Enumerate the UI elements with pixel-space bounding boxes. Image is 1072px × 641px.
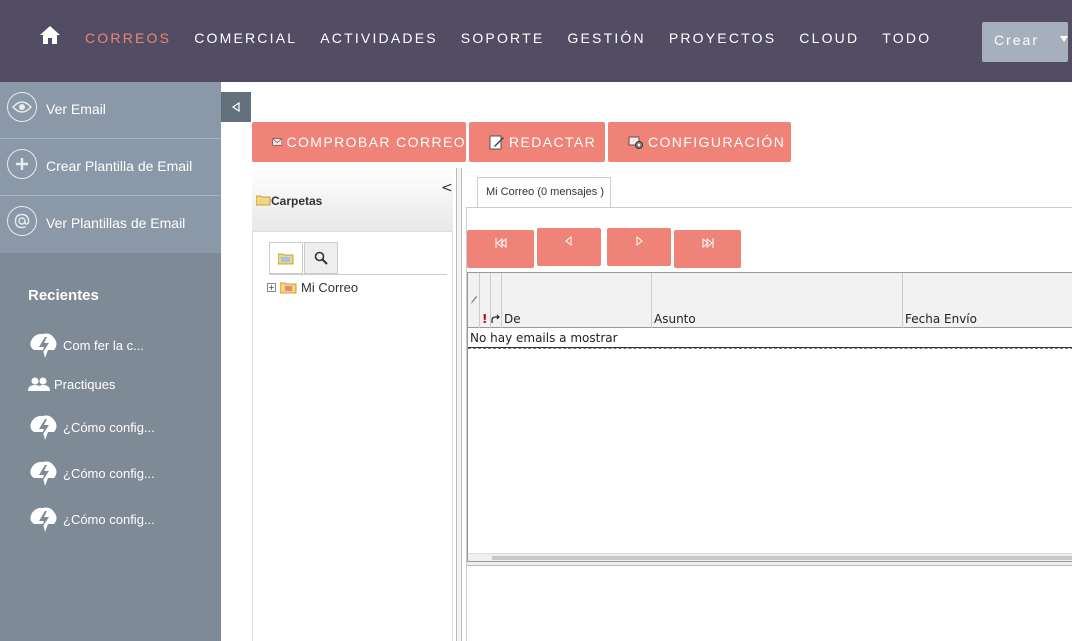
lightning-icon — [30, 461, 57, 486]
recent-item[interactable]: ¿Cómo config... — [28, 412, 155, 443]
recent-item-label: ¿Cómo config... — [63, 512, 155, 527]
recent-item-label: ¿Cómo config... — [63, 466, 155, 481]
check-mail-button[interactable]: COMPROBAR CORREO — [252, 122, 466, 162]
row-separator — [468, 347, 1072, 349]
check-mail-label: COMPROBAR CORREO — [286, 134, 466, 150]
column-subject[interactable]: Asunto — [652, 273, 903, 328]
triangle-left-icon — [231, 102, 240, 112]
recent-title: Recientes — [28, 287, 99, 304]
column-from-label: De — [504, 312, 521, 326]
nav-item-soporte[interactable]: SOPORTE — [461, 30, 545, 46]
sidebar-collapse-button[interactable] — [221, 92, 251, 122]
sidebar-actions: Ver Email Crear Plantilla de Email Ver P… — [0, 82, 221, 253]
first-page-button[interactable] — [467, 230, 534, 268]
column-select[interactable] — [468, 273, 480, 328]
previous-page-icon — [565, 236, 572, 246]
lightning-icon — [30, 507, 57, 532]
empty-message: No hay emails a mostrar — [470, 331, 618, 345]
nav-item-correos[interactable]: CORREOS — [85, 30, 171, 46]
grid-header: ! De Asunto Fecha Envío — [468, 273, 1072, 328]
settings-button[interactable]: CONFIGURACIÓN — [608, 122, 791, 162]
scrollbar-thumb[interactable] — [492, 556, 1072, 560]
recent-item-label: ¿Cómo config... — [63, 420, 155, 435]
nav-item-actividades[interactable]: ACTIVIDADES — [320, 30, 438, 46]
sidebar-action-label: Crear Plantilla de Email — [46, 158, 193, 174]
mailbox-folder-icon — [280, 282, 297, 294]
tab-search[interactable] — [304, 242, 338, 274]
sidebar-action-view-email[interactable]: Ver Email — [0, 82, 221, 139]
sidebar-action-view-templates[interactable]: Ver Plantillas de Email — [0, 196, 221, 253]
compose-label: REDACTAR — [509, 134, 597, 150]
recent-item[interactable]: Com fer la c... — [28, 330, 144, 361]
compose-icon — [489, 135, 504, 150]
nav-item-comercial[interactable]: COMERCIAL — [194, 30, 297, 46]
home-icon[interactable] — [38, 24, 62, 46]
nav-item-proyectos[interactable]: PROYECTOS — [669, 30, 776, 46]
last-page-icon — [702, 238, 713, 248]
nav-item-gestion[interactable]: GESTIÓN — [567, 30, 645, 46]
column-date-label: Fecha Envío — [905, 312, 977, 326]
create-button[interactable]: Crear — [982, 22, 1068, 62]
tabs-divider — [269, 274, 447, 275]
column-subject-label: Asunto — [654, 312, 696, 326]
check-mail-icon — [272, 138, 283, 146]
email-grid: ! De Asunto Fecha Envío No hay emails a … — [467, 272, 1072, 562]
first-page-icon — [495, 238, 506, 248]
folders-title: Carpetas — [271, 194, 323, 208]
column-importance[interactable]: ! — [480, 273, 491, 328]
reply-arrow-icon — [491, 314, 500, 323]
chevron-down-icon — [1060, 36, 1068, 42]
settings-label: CONFIGURACIÓN — [648, 134, 786, 150]
tree-node-mi-correo[interactable]: + Mi Correo — [267, 280, 358, 295]
eye-icon — [7, 92, 37, 122]
users-icon — [28, 377, 50, 391]
tab-mi-correo[interactable]: Mi Correo (0 mensajes ) — [477, 177, 611, 208]
top-navbar: CORREOS COMERCIAL ACTIVIDADES SOPORTE GE… — [0, 0, 1072, 82]
folder-icon — [256, 195, 271, 206]
tab-folders[interactable] — [269, 242, 303, 274]
at-icon — [7, 206, 37, 236]
previous-page-button[interactable] — [537, 228, 601, 266]
recent-item[interactable]: Practiques — [28, 376, 115, 392]
lightning-icon — [30, 415, 57, 440]
create-button-label: Crear — [994, 32, 1040, 48]
settings-icon — [628, 136, 643, 149]
lightning-icon — [30, 333, 57, 358]
recent-item-label: Practiques — [54, 376, 116, 392]
sidebar: Ver Email Crear Plantilla de Email Ver P… — [0, 82, 221, 641]
nav-item-cloud[interactable]: CLOUD — [799, 30, 859, 46]
sidebar-action-create-template[interactable]: Crear Plantilla de Email — [0, 139, 221, 196]
horizontal-splitter[interactable] — [467, 562, 1072, 566]
vertical-splitter[interactable] — [456, 168, 462, 641]
column-date-sent[interactable]: Fecha Envío — [903, 273, 1072, 328]
plus-icon — [7, 149, 37, 179]
recent-item-label: Com fer la c... — [63, 338, 144, 353]
recent-item[interactable]: ¿Cómo config... — [28, 458, 155, 489]
main-nav: CORREOS COMERCIAL ACTIVIDADES SOPORTE GE… — [85, 30, 954, 46]
next-page-icon — [636, 236, 643, 246]
search-icon — [314, 251, 328, 265]
column-from[interactable]: De — [502, 273, 652, 328]
sidebar-action-label: Ver Email — [46, 101, 106, 117]
exclamation-icon: ! — [482, 312, 488, 326]
column-reply[interactable] — [491, 273, 502, 328]
folders-panel: + Mi Correo — [252, 232, 453, 641]
compose-button[interactable]: REDACTAR — [469, 122, 605, 162]
folders-header: Carpetas < — [252, 168, 453, 232]
last-page-button[interactable] — [674, 230, 741, 268]
pencil-icon — [471, 296, 477, 304]
expand-icon[interactable]: + — [267, 283, 276, 292]
folder-tree-icon — [278, 253, 294, 264]
sidebar-action-label: Ver Plantillas de Email — [46, 215, 186, 231]
tree-node-label: Mi Correo — [301, 280, 359, 295]
recent-item[interactable]: ¿Cómo config... — [28, 504, 155, 535]
nav-item-todo[interactable]: TODO — [882, 30, 931, 46]
horizontal-scrollbar[interactable] — [468, 553, 1072, 561]
chevron-left-icon[interactable]: < — [441, 180, 453, 196]
next-page-button[interactable] — [607, 228, 671, 266]
